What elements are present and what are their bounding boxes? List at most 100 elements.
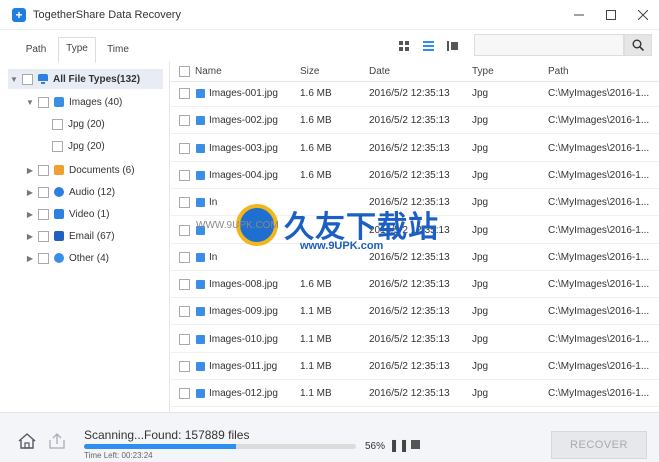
tree-item-label: Documents (6): [69, 164, 135, 176]
table-row[interactable]: Images-012.jpg 1.1 MB 2016/5/2 12:35:13 Jpg…: [171, 380, 659, 408]
preview-view-button[interactable]: [445, 39, 459, 53]
tab-path[interactable]: Path: [14, 39, 58, 63]
file-name: Images-011.jpg: [209, 361, 278, 372]
tree-item-jpg[interactable]: Jpg (20): [50, 114, 105, 134]
select-all-checkbox[interactable]: [179, 66, 190, 77]
pause-button[interactable]: ❚❚: [389, 438, 409, 452]
column-header-date[interactable]: Date: [369, 66, 390, 77]
tree-item-email[interactable]: ▶ Email (67): [24, 226, 115, 246]
table-row[interactable]: Images-002.jpg 1.6 MB 2016/5/2 12:35:13 Jpg…: [171, 107, 659, 135]
tree-item-documents[interactable]: ▶ Documents (6): [24, 160, 135, 180]
table-row[interactable]: Images-009.jpg 1.1 MB 2016/5/2 12:35:13 Jpg…: [171, 298, 659, 326]
tab-type[interactable]: Type: [58, 37, 96, 63]
file-name: Images-003.jpg: [209, 142, 278, 154]
row-checkbox[interactable]: [179, 333, 190, 345]
tree-item-images[interactable]: ▼ Images (40): [24, 92, 122, 112]
row-checkbox[interactable]: [179, 251, 190, 263]
file-size: 1.6 MB: [300, 88, 332, 99]
table-row[interactable]: Images-001.jpg 1.6 MB 2016/5/2 12:35:13 Jpg…: [171, 80, 659, 107]
chevron-down-icon[interactable]: ▼: [24, 98, 36, 107]
tree-checkbox[interactable]: [38, 208, 49, 220]
tree-checkbox[interactable]: [22, 73, 33, 85]
file-type: Jpg: [472, 361, 489, 372]
recover-button[interactable]: RECOVER: [551, 431, 647, 459]
tree-checkbox[interactable]: [38, 252, 49, 264]
image-file-icon: [196, 89, 205, 98]
tree-item-jpg[interactable]: Jpg (20): [50, 136, 105, 156]
stop-button[interactable]: [411, 440, 420, 449]
file-path: C:\MyImages\2016-1...: [548, 115, 650, 127]
search-input[interactable]: [474, 34, 624, 56]
table-row[interactable]: Images-004.jpg 1.6 MB 2016/5/2 12:35:13 Jpg…: [171, 162, 659, 189]
image-file-icon: [196, 389, 205, 399]
chevron-right-icon[interactable]: ▶: [24, 166, 36, 175]
tree-item-video[interactable]: ▶ Video (1): [24, 204, 109, 224]
file-path: C:\MyImages\2016-1...: [548, 306, 650, 318]
row-checkbox[interactable]: [179, 88, 190, 99]
search-button[interactable]: [624, 34, 652, 56]
close-button[interactable]: [627, 0, 659, 30]
export-button[interactable]: [48, 433, 66, 449]
file-type: Jpg: [472, 251, 489, 263]
file-path: C:\MyImages\2016-1...: [548, 169, 650, 181]
row-checkbox[interactable]: [179, 279, 190, 291]
file-type: Jpg: [472, 224, 489, 236]
maximize-button[interactable]: [595, 0, 627, 30]
tree-item-label: Email (67): [69, 230, 115, 242]
file-path: C:\MyImages\2016-1...: [548, 224, 650, 236]
file-type: Jpg: [472, 169, 489, 181]
chevron-right-icon[interactable]: ▶: [24, 254, 36, 263]
column-header-size[interactable]: Size: [300, 66, 319, 77]
image-file-icon: [196, 307, 205, 317]
chevron-down-icon[interactable]: ▼: [8, 75, 20, 84]
list-view-button[interactable]: [421, 39, 435, 53]
column-header-type[interactable]: Type: [472, 66, 494, 77]
chevron-right-icon[interactable]: ▶: [24, 210, 36, 219]
file-date: 2016/5/2 12:35:13: [369, 142, 450, 154]
row-checkbox[interactable]: [179, 224, 190, 236]
tree-checkbox[interactable]: [38, 230, 49, 242]
toolbar: Path Type Time: [0, 31, 659, 63]
file-size: 1.1 MB: [300, 388, 332, 400]
row-checkbox[interactable]: [179, 142, 190, 154]
tree-checkbox[interactable]: [52, 140, 63, 152]
tree-item-all-file-types[interactable]: ▼ All File Types(132): [8, 69, 163, 89]
scan-progress-bar: [84, 444, 356, 449]
row-checkbox[interactable]: [179, 388, 190, 400]
chevron-right-icon[interactable]: ▶: [24, 188, 36, 197]
tree-item-audio[interactable]: ▶ Audio (12): [24, 182, 115, 202]
row-checkbox[interactable]: [179, 169, 190, 181]
table-row[interactable]: Images-010.jpg 1.1 MB 2016/5/2 12:35:13 Jpg…: [171, 326, 659, 353]
minimize-button[interactable]: [563, 0, 595, 30]
time-left: Time Left: 00:23:24: [84, 451, 153, 460]
row-checkbox[interactable]: [179, 115, 190, 127]
file-date: 2016/5/2 12:35:13: [369, 169, 450, 181]
tree-checkbox[interactable]: [52, 118, 63, 130]
tree-checkbox[interactable]: [38, 96, 49, 108]
file-path: C:\MyImages\2016-1...: [548, 333, 650, 345]
column-header-path[interactable]: Path: [548, 66, 569, 77]
file-path: C:\MyImages\2016-1...: [548, 388, 650, 400]
table-row[interactable]: Images-008.jpg 1.6 MB 2016/5/2 12:35:13 Jpg…: [171, 271, 659, 299]
home-button[interactable]: [18, 433, 36, 449]
grid-view-button[interactable]: [397, 39, 411, 53]
list-view-icon: [422, 41, 434, 51]
table-row[interactable]: Images-003.jpg 1.6 MB 2016/5/2 12:35:13 Jpg…: [171, 135, 659, 162]
file-list-header: Name Size Date Type Path: [171, 62, 659, 82]
column-header-name[interactable]: Name: [195, 66, 222, 77]
tab-time[interactable]: Time: [98, 39, 138, 63]
table-row[interactable]: Images-011.jpg 1.1 MB 2016/5/2 12:35:13 Jpg…: [171, 353, 659, 380]
tree-checkbox[interactable]: [38, 164, 49, 176]
row-checkbox[interactable]: [179, 197, 190, 209]
grid-view-icon: [399, 41, 409, 51]
app-logo-icon: +: [12, 7, 26, 22]
file-name: Images-002.jpg: [209, 115, 278, 127]
tree-item-other[interactable]: ▶ Other (4): [24, 248, 109, 268]
file-size: 1.1 MB: [300, 361, 332, 372]
app-title: TogetherShare Data Recovery: [33, 8, 181, 21]
home-icon: [18, 433, 36, 449]
tree-checkbox[interactable]: [38, 186, 49, 198]
chevron-right-icon[interactable]: ▶: [24, 232, 36, 241]
row-checkbox[interactable]: [179, 361, 190, 372]
row-checkbox[interactable]: [179, 306, 190, 318]
